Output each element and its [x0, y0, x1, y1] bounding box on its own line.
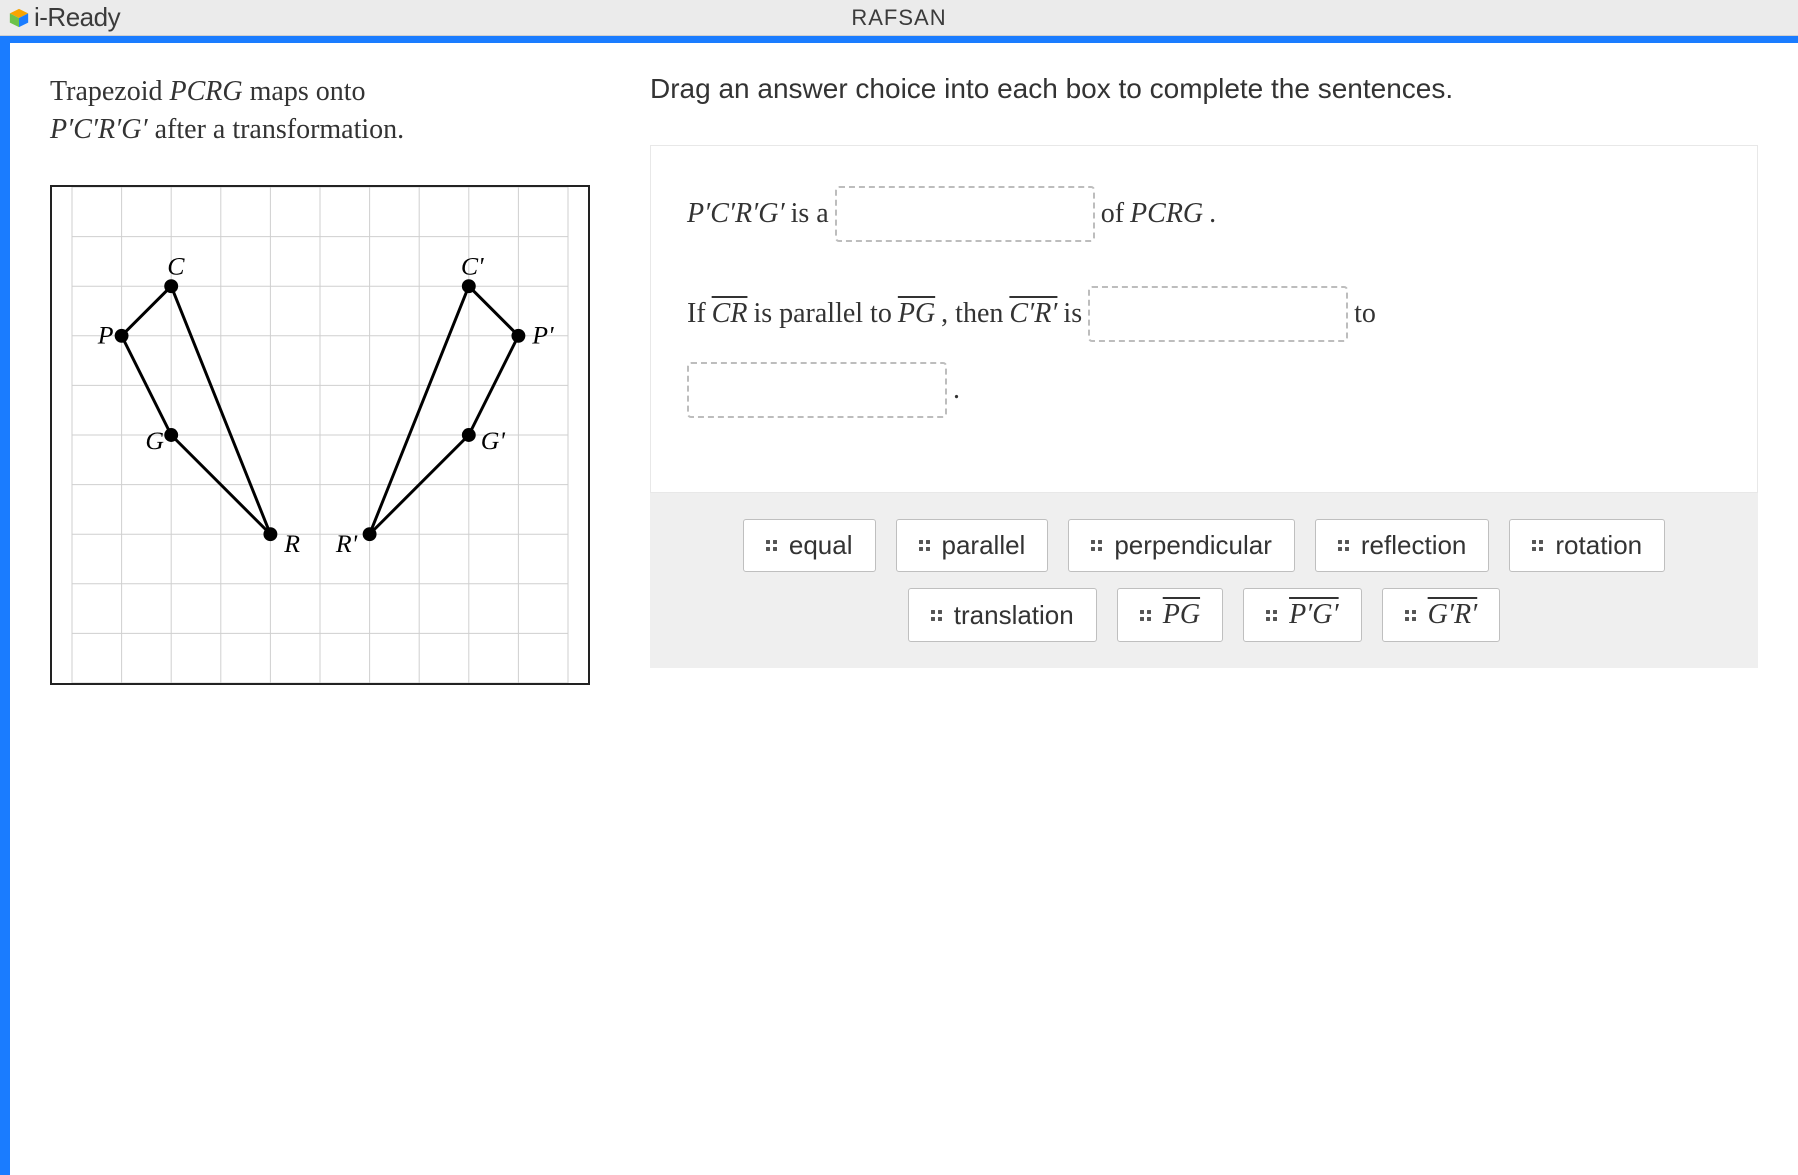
- svg-text:C: C: [167, 251, 185, 280]
- choice-label: equal: [789, 530, 853, 561]
- choice-label: PG: [1163, 599, 1200, 631]
- sentence-2: If CR is parallel to PG , then C′R′ is t…: [687, 286, 1721, 342]
- sentence-area: P′C′R′G′ is a of PCRG. If CR is parallel…: [650, 145, 1758, 493]
- svg-text:G: G: [145, 425, 164, 454]
- s2-text: is parallel to: [753, 298, 891, 330]
- choice-label: rotation: [1555, 530, 1642, 561]
- grip-icon: [919, 540, 930, 551]
- diagram: P C R G P' C' R' G': [50, 185, 590, 685]
- grip-icon: [1532, 540, 1543, 551]
- choice-label: translation: [954, 600, 1074, 631]
- s2-cr: CR: [712, 298, 748, 330]
- right-column: Drag an answer choice into each box to c…: [650, 73, 1778, 690]
- grip-icon: [1338, 540, 1349, 551]
- choice-pigi[interactable]: P′G′: [1243, 588, 1362, 642]
- s2-pg: PG: [898, 298, 935, 330]
- svg-text:C': C': [461, 251, 484, 280]
- s2-text: is: [1063, 298, 1082, 330]
- choice-label: G′R′: [1428, 599, 1478, 631]
- sentence-1: P′C′R′G′ is a of PCRG.: [687, 186, 1721, 242]
- brand: i-Ready: [8, 2, 120, 33]
- choice-rotation[interactable]: rotation: [1509, 519, 1665, 572]
- student-name: RAFSAN: [851, 5, 946, 31]
- choice-label: reflection: [1361, 530, 1467, 561]
- choice-reflection[interactable]: reflection: [1315, 519, 1490, 572]
- answer-bank: equal parallel perpendicular reflection …: [650, 493, 1758, 668]
- choice-translation[interactable]: translation: [908, 588, 1097, 642]
- page: Trapezoid PCRG maps onto P′C′R′G′ after …: [0, 43, 1798, 720]
- blue-bar: [0, 36, 1798, 43]
- prompt-shape: PCRG: [170, 76, 243, 107]
- grip-icon: [1140, 610, 1151, 621]
- dropzone-3[interactable]: [687, 362, 947, 418]
- brand-text: i-Ready: [34, 2, 120, 33]
- s1-period: .: [1209, 198, 1216, 230]
- s2-text: If: [687, 298, 706, 330]
- choice-label: perpendicular: [1114, 530, 1272, 561]
- prompt-image-shape: P′C′R′G′: [50, 114, 148, 145]
- dropzone-1[interactable]: [835, 186, 1095, 242]
- s2-text: to: [1354, 298, 1376, 330]
- svg-text:G': G': [481, 425, 506, 454]
- left-column: Trapezoid PCRG maps onto P′C′R′G′ after …: [50, 73, 610, 690]
- grip-icon: [1405, 610, 1416, 621]
- choice-perpendicular[interactable]: perpendicular: [1068, 519, 1295, 572]
- s2-crp: C′R′: [1009, 298, 1057, 330]
- prompt-text: maps onto: [243, 76, 366, 107]
- choice-label: parallel: [942, 530, 1026, 561]
- cube-icon: [8, 7, 30, 29]
- s1-text: is a: [791, 198, 829, 230]
- s1-pcrg: PCRG: [1130, 198, 1203, 230]
- grip-icon: [931, 610, 942, 621]
- svg-text:R': R': [335, 529, 358, 558]
- s2-period: .: [953, 374, 960, 406]
- svg-text:P: P: [97, 320, 114, 349]
- instruction-text: Drag an answer choice into each box to c…: [650, 73, 1758, 105]
- choice-pg[interactable]: PG: [1117, 588, 1223, 642]
- s1-pcrg-prime: P′C′R′G′: [687, 198, 785, 230]
- grip-icon: [766, 540, 777, 551]
- grip-icon: [1091, 540, 1102, 551]
- svg-text:R: R: [283, 529, 300, 558]
- sentence-2b: .: [687, 362, 1721, 418]
- prompt-text: Trapezoid: [50, 76, 170, 107]
- svg-text:P': P': [531, 320, 554, 349]
- choice-label: P′G′: [1289, 599, 1339, 631]
- prompt-text: after a transformation.: [148, 114, 405, 145]
- dropzone-2[interactable]: [1088, 286, 1348, 342]
- choice-parallel[interactable]: parallel: [896, 519, 1049, 572]
- grip-icon: [1266, 610, 1277, 621]
- choice-giri[interactable]: G′R′: [1382, 588, 1501, 642]
- choice-equal[interactable]: equal: [743, 519, 876, 572]
- topbar: i-Ready RAFSAN: [0, 0, 1798, 36]
- s2-text: , then: [941, 298, 1003, 330]
- s1-text: of: [1101, 198, 1124, 230]
- problem-prompt: Trapezoid PCRG maps onto P′C′R′G′ after …: [50, 73, 610, 149]
